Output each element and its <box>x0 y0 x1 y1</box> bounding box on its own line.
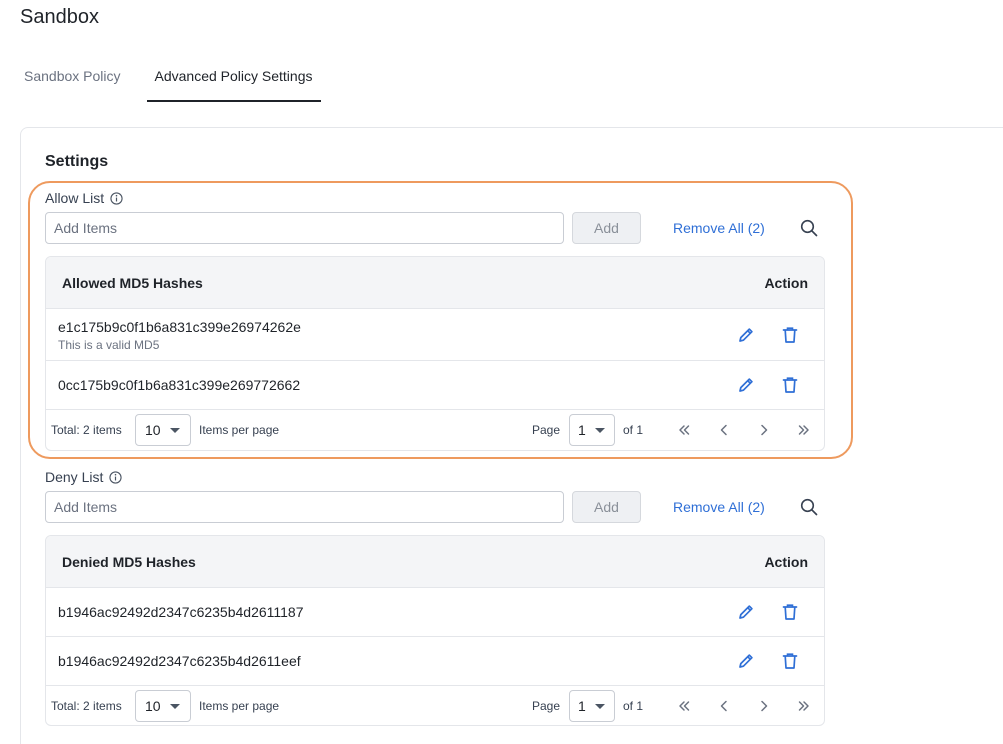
table-row: e1c175b9c0f1b6a831c399e26974262e This is… <box>46 309 824 361</box>
total-items: Total: 2 items <box>51 423 122 437</box>
table-row: b1946ac92492d2347c6235b4d2611187 <box>46 588 824 637</box>
column-header-hash: Denied MD5 Hashes <box>62 553 196 570</box>
chevron-down-icon <box>170 704 180 709</box>
table-row: b1946ac92492d2347c6235b4d2611eef <box>46 637 824 686</box>
table-header: Allowed MD5 Hashes Action <box>46 257 824 309</box>
last-page-icon[interactable] <box>795 697 813 715</box>
search-icon[interactable] <box>799 497 819 517</box>
page-label: Page <box>532 423 561 437</box>
first-page-icon[interactable] <box>675 421 693 439</box>
page-number-value: 1 <box>578 422 586 438</box>
allow-list-remove-all-link[interactable]: Remove All (2) <box>673 220 765 236</box>
allow-list-table: Allowed MD5 Hashes Action e1c175b9c0f1b6… <box>45 256 825 451</box>
items-per-page-label: Items per page <box>199 699 280 713</box>
hash-note: This is a valid MD5 <box>58 338 160 352</box>
items-per-page-value: 10 <box>145 698 161 714</box>
previous-page-icon[interactable] <box>715 421 733 439</box>
deny-list-label-text: Deny List <box>45 469 104 485</box>
pagination-bar: Total: 2 items 10 Items per page Page 1 … <box>46 686 824 725</box>
deny-list-add-button[interactable]: Add <box>572 491 641 523</box>
page-count-label: of 1 <box>623 423 644 437</box>
first-page-icon[interactable] <box>675 697 693 715</box>
page-label: Page <box>532 699 561 713</box>
chevron-down-icon <box>595 704 605 709</box>
info-icon[interactable] <box>109 470 122 484</box>
trash-icon[interactable] <box>780 602 800 622</box>
tab-sandbox-policy[interactable]: Sandbox Policy <box>20 58 125 102</box>
deny-list-input[interactable] <box>45 491 564 523</box>
tab-bar: Sandbox Policy Advanced Policy Settings <box>20 58 343 102</box>
table-header: Denied MD5 Hashes Action <box>46 536 824 588</box>
items-per-page-label: Items per page <box>199 423 280 437</box>
tab-advanced-policy-settings[interactable]: Advanced Policy Settings <box>146 58 321 102</box>
trash-icon[interactable] <box>780 325 800 345</box>
search-icon[interactable] <box>799 218 819 238</box>
allow-list-input[interactable] <box>45 212 564 244</box>
deny-list-label: Deny List <box>45 469 122 485</box>
allow-list-label: Allow List <box>45 190 123 206</box>
column-header-hash: Allowed MD5 Hashes <box>62 274 203 291</box>
deny-list-table: Denied MD5 Hashes Action b1946ac92492d23… <box>45 535 825 726</box>
trash-icon[interactable] <box>780 651 800 671</box>
column-header-action: Action <box>764 553 808 570</box>
previous-page-icon[interactable] <box>715 697 733 715</box>
page-number-select[interactable]: 1 <box>569 414 615 446</box>
edit-icon[interactable] <box>736 602 756 622</box>
edit-icon[interactable] <box>736 651 756 671</box>
allow-list-label-text: Allow List <box>45 190 105 206</box>
hash-value: e1c175b9c0f1b6a831c399e26974262e <box>58 319 301 335</box>
items-per-page-select[interactable]: 10 <box>135 414 191 446</box>
items-per-page-select[interactable]: 10 <box>135 690 191 722</box>
edit-icon[interactable] <box>736 375 756 395</box>
last-page-icon[interactable] <box>795 421 813 439</box>
total-items: Total: 2 items <box>51 699 122 713</box>
table-row: 0cc175b9c0f1b6a831c399e269772662 <box>46 361 824 410</box>
chevron-down-icon <box>170 428 180 433</box>
page-count-label: of 1 <box>623 699 644 713</box>
trash-icon[interactable] <box>780 375 800 395</box>
next-page-icon[interactable] <box>755 697 773 715</box>
edit-icon[interactable] <box>736 325 756 345</box>
next-page-icon[interactable] <box>755 421 773 439</box>
hash-value: 0cc175b9c0f1b6a831c399e269772662 <box>58 377 301 393</box>
page-number-value: 1 <box>578 698 586 714</box>
column-header-action: Action <box>764 274 808 291</box>
info-icon[interactable] <box>110 191 123 205</box>
pagination-bar: Total: 2 items 10 Items per page Page 1 … <box>46 410 824 450</box>
hash-value: b1946ac92492d2347c6235b4d2611187 <box>58 604 304 620</box>
hash-value: b1946ac92492d2347c6235b4d2611eef <box>58 653 301 669</box>
page-title: Sandbox <box>20 6 99 28</box>
settings-title: Settings <box>45 153 109 170</box>
page-number-select[interactable]: 1 <box>569 690 615 722</box>
allow-list-add-button[interactable]: Add <box>572 212 641 244</box>
items-per-page-value: 10 <box>145 422 161 438</box>
chevron-down-icon <box>595 428 605 433</box>
deny-list-remove-all-link[interactable]: Remove All (2) <box>673 499 765 515</box>
